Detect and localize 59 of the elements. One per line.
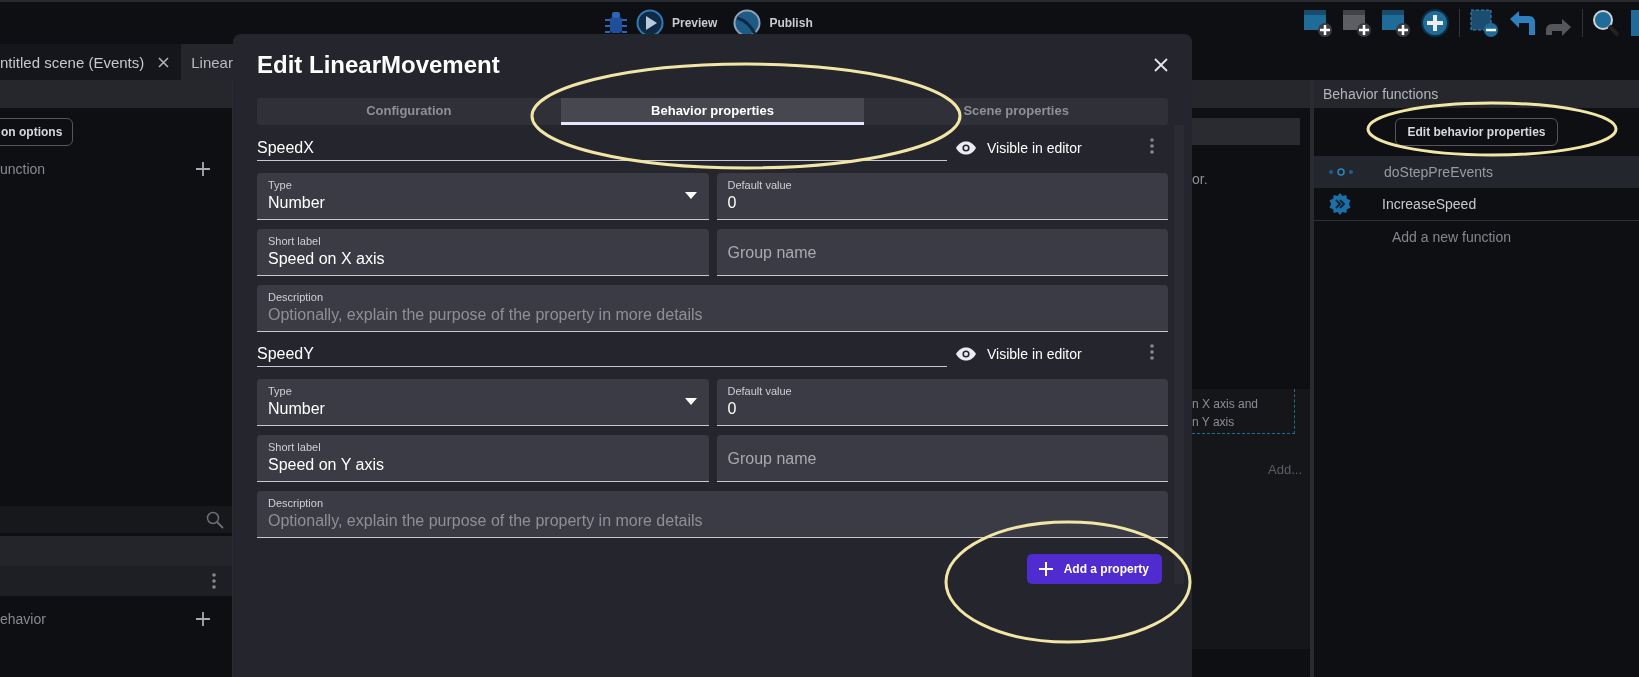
property-name-field[interactable]: SpeedY <box>257 341 947 367</box>
more-icon[interactable] <box>1150 344 1154 360</box>
dialog-tab[interactable]: Scene properties <box>864 98 1168 125</box>
visibility-label[interactable]: Visible in editor <box>987 140 1082 156</box>
publish-label[interactable]: Publish <box>769 16 813 30</box>
editor-tab[interactable]: ntitled scene (Events) <box>0 44 182 80</box>
add-circle-icon[interactable] <box>1420 8 1450 38</box>
dots-icon <box>1328 168 1354 176</box>
input-field[interactable]: Group name <box>716 229 1168 276</box>
dropdown-caret-icon <box>684 398 697 405</box>
function-item[interactable]: IncreaseSpeed <box>1314 188 1639 220</box>
options-button[interactable]: on options <box>0 118 74 146</box>
scrollbar[interactable] <box>1174 125 1184 584</box>
add-list-icon[interactable] <box>1381 8 1411 38</box>
search-field[interactable] <box>0 506 232 533</box>
type-dropdown[interactable]: Type Number <box>257 173 709 220</box>
add-function-link[interactable]: Add a new function <box>1391 229 1562 245</box>
add-panel-icon[interactable] <box>1342 8 1372 38</box>
type-dropdown[interactable]: Type Number <box>257 379 709 426</box>
search-icon <box>206 510 224 529</box>
panel-title: Behavior functions <box>1314 80 1639 108</box>
search-icon[interactable] <box>1592 9 1620 37</box>
add-property-button[interactable]: Add a property <box>1026 554 1162 584</box>
dialog-tab[interactable]: Behavior properties <box>560 98 865 125</box>
plus-icon[interactable] <box>196 612 210 626</box>
input-field[interactable]: Short label Speed on X axis <box>257 229 709 276</box>
dialog-tab[interactable]: Configuration <box>257 98 561 125</box>
input-field[interactable]: Default value 0 <box>716 173 1168 220</box>
eye-icon[interactable] <box>955 347 977 361</box>
input-field[interactable]: Group name <box>716 435 1168 482</box>
input-field[interactable]: Default value 0 <box>716 379 1168 426</box>
input-field[interactable]: Description Optionally, explain the purpose of the property in more details <box>257 491 1168 538</box>
more-icon[interactable] <box>212 573 216 589</box>
property-name-field[interactable]: SpeedX <box>257 135 947 161</box>
dropdown-caret-icon <box>684 192 697 199</box>
description-text: n Y axis <box>1192 415 1236 429</box>
edit-properties-button[interactable]: Edit behavior properties <box>1395 118 1558 146</box>
function-item[interactable]: doStepPreEvents <box>1314 156 1639 188</box>
input-field[interactable]: Short label Speed on Y axis <box>257 435 709 482</box>
dialog-title: Edit LinearMovement <box>257 51 500 79</box>
more-icon[interactable] <box>1150 138 1154 154</box>
gear-icon <box>1328 192 1352 216</box>
undo-icon[interactable] <box>1508 9 1536 37</box>
input-field[interactable]: Description Optionally, explain the purpose of the property in more details <box>257 285 1168 332</box>
help-text: or. <box>1192 171 1209 187</box>
globe-icon[interactable] <box>733 9 762 37</box>
add-panel-icon[interactable] <box>1303 8 1333 38</box>
play-icon[interactable] <box>636 9 664 37</box>
remove-selection-icon[interactable] <box>1469 8 1499 38</box>
preview-label[interactable]: Preview <box>672 16 718 30</box>
close-icon[interactable] <box>158 56 170 68</box>
eye-icon[interactable] <box>955 141 977 155</box>
add-function-label[interactable]: unction <box>0 161 46 177</box>
plus-icon <box>1038 562 1053 576</box>
description-text: n X axis and <box>1192 397 1260 411</box>
add-behavior-label[interactable]: ehavior <box>0 611 46 627</box>
visibility-label[interactable]: Visible in editor <box>987 346 1082 362</box>
bug-icon[interactable] <box>604 10 628 36</box>
plus-icon[interactable] <box>196 162 210 176</box>
